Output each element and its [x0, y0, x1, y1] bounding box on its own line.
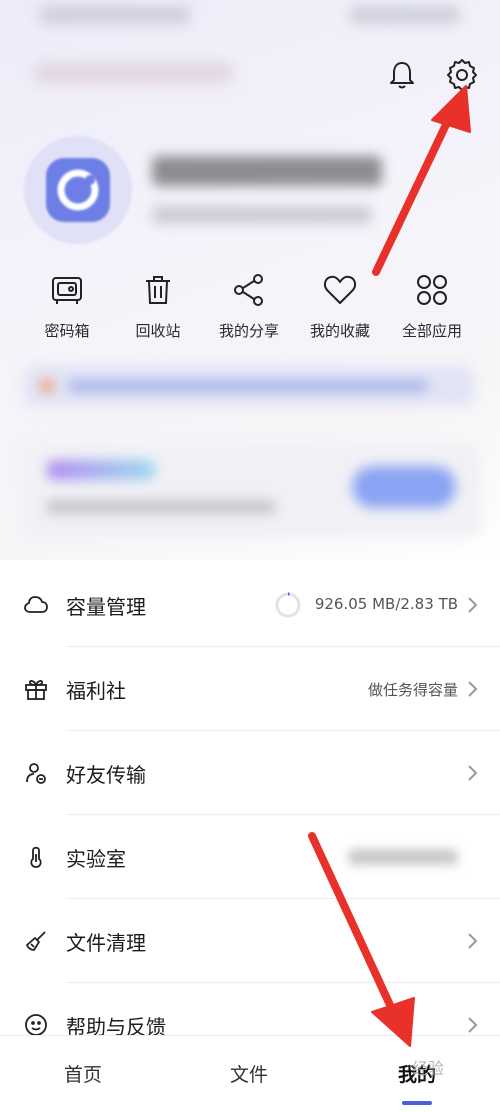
menu-label: 实验室 — [66, 847, 126, 871]
quick-action-label: 回收站 — [135, 322, 181, 340]
storage-progress-ring — [275, 592, 301, 618]
quick-action-favorites[interactable]: 我的收藏 — [300, 270, 380, 341]
menu-row-cleanup[interactable]: 文件清理 — [0, 899, 500, 983]
trash-icon — [146, 276, 170, 304]
chevron-right-icon — [468, 1017, 478, 1033]
quick-action-label: 全部应用 — [401, 322, 462, 340]
menu-row-welfare[interactable]: 福利社 做任务得容量 — [0, 647, 500, 731]
chevron-right-icon — [468, 681, 478, 697]
promo-banner[interactable] — [24, 366, 474, 406]
friend-transfer-icon — [26, 763, 46, 784]
user-name[interactable] — [152, 156, 382, 186]
gift-icon — [25, 680, 47, 700]
avatar[interactable] — [24, 136, 132, 244]
status-bar-right — [350, 6, 460, 24]
welfare-hint: 做任务得容量 — [367, 681, 458, 699]
tab-home[interactable]: 首页 — [64, 1060, 102, 1087]
chevron-right-icon — [468, 597, 478, 613]
quick-action-label: 我的收藏 — [309, 322, 370, 340]
quick-action-trash[interactable]: 回收站 — [118, 270, 198, 341]
tab-files[interactable]: 文件 — [230, 1060, 268, 1087]
watermark: 经验 — [412, 1059, 445, 1078]
status-bar-left — [40, 6, 190, 24]
active-tab-indicator — [402, 1101, 432, 1105]
storage-usage-value: 926.05 MB/2.83 TB — [314, 595, 458, 613]
menu-row-lab[interactable]: 实验室 — [0, 815, 500, 899]
membership-card[interactable] — [22, 442, 482, 538]
user-tags — [152, 206, 372, 224]
smile-icon — [25, 1014, 47, 1036]
chevron-right-icon — [468, 765, 478, 781]
settings-gear-icon[interactable] — [443, 56, 481, 94]
share-icon — [234, 274, 263, 306]
menu-label: 福利社 — [66, 679, 126, 703]
all-apps-icon — [417, 275, 447, 305]
menu-row-friend-transfer[interactable]: 好友传输 — [0, 731, 500, 815]
menu-row-storage[interactable]: 容量管理 926.05 MB/2.83 TB — [0, 563, 500, 647]
lab-hint-blurred — [348, 849, 458, 865]
menu-label: 好友传输 — [66, 763, 146, 787]
quick-action-safe[interactable]: 密码箱 — [27, 270, 107, 341]
safe-icon — [52, 277, 82, 304]
notice-pill[interactable] — [34, 62, 234, 84]
thermometer-icon — [30, 846, 42, 868]
quick-action-all-apps[interactable]: 全部应用 — [392, 270, 472, 341]
chevron-right-icon — [468, 933, 478, 949]
menu-label: 文件清理 — [66, 931, 146, 955]
notification-bell-icon[interactable] — [385, 58, 419, 92]
heart-icon — [323, 275, 357, 304]
avatar-logo-icon — [46, 158, 110, 222]
quick-action-share[interactable]: 我的分享 — [209, 270, 289, 341]
menu-label: 容量管理 — [66, 595, 146, 619]
quick-action-label: 我的分享 — [218, 322, 279, 340]
cloud-icon — [24, 596, 48, 613]
broom-icon — [26, 931, 46, 951]
quick-action-label: 密码箱 — [44, 322, 90, 340]
